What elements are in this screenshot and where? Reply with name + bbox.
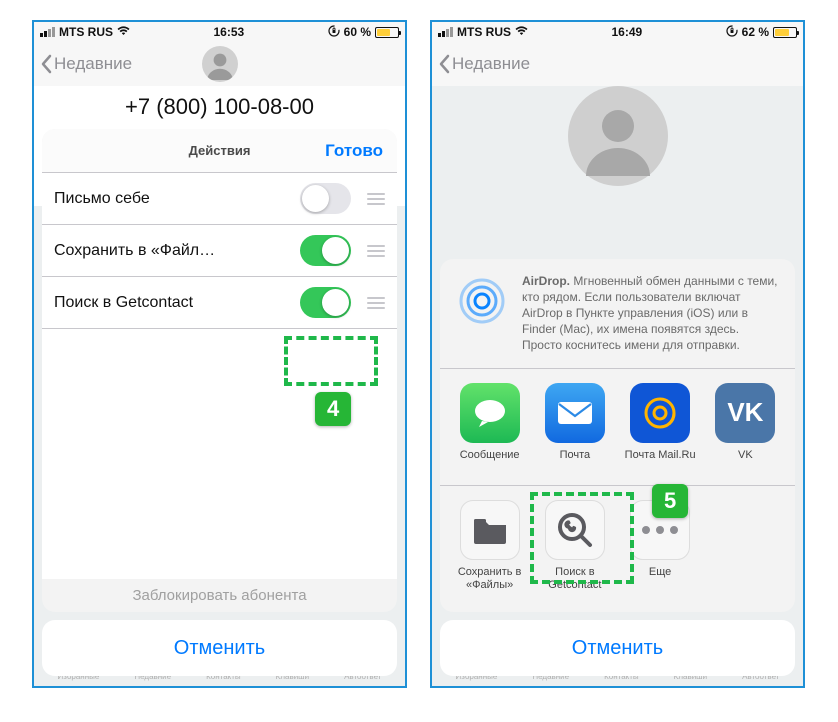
airdrop-section: AirDrop. Мгновенный обмен данными с теми…: [440, 259, 795, 369]
getcontact-search-icon: [555, 510, 595, 550]
vk-icon: VK: [727, 397, 763, 428]
contact-avatar: [568, 86, 668, 186]
airdrop-text: AirDrop. Мгновенный обмен данными с теми…: [522, 273, 781, 354]
reorder-handle-icon[interactable]: [367, 297, 385, 309]
app-label: Сообщение: [460, 449, 520, 475]
mail-icon: [555, 399, 595, 427]
chevron-left-icon: [438, 54, 450, 74]
share-app-mailru[interactable]: Почта Mail.Ru: [619, 383, 702, 475]
wifi-icon: [515, 26, 528, 39]
battery-icon: [375, 27, 399, 38]
more-icon: [642, 526, 678, 534]
share-activities-row: Сохранить в «Файлы» Поиск в Getcontact: [440, 486, 795, 610]
status-time: 16:53: [213, 25, 244, 39]
toggle-switch[interactable]: [300, 235, 351, 266]
carrier-label: MTS RUS: [457, 25, 511, 39]
toggle-switch[interactable]: [300, 287, 351, 318]
battery-percent: 60 %: [344, 25, 371, 39]
done-button[interactable]: Готово: [325, 141, 383, 161]
app-label: Почта: [560, 449, 591, 475]
rotation-lock-icon: [726, 25, 738, 40]
share-app-mail[interactable]: Почта: [533, 383, 616, 475]
cancel-label: Отменить: [174, 637, 265, 660]
status-time: 16:49: [611, 25, 642, 39]
action-row-save-files: Сохранить в «Файл…: [42, 225, 397, 277]
activity-save-to-files[interactable]: Сохранить в «Файлы»: [448, 500, 531, 592]
back-button[interactable]: Недавние: [438, 54, 530, 74]
sheet-title: Действия: [189, 143, 251, 158]
messages-icon: [472, 398, 508, 428]
action-label: Письмо себе: [54, 190, 300, 208]
folder-icon: [472, 516, 508, 544]
annotation-badge-4: 4: [315, 392, 351, 426]
app-label: Почта Mail.Ru: [625, 449, 696, 475]
status-bar: MTS RUS 16:53 60 %: [34, 22, 405, 42]
signal-bars-icon: [40, 27, 55, 37]
signal-bars-icon: [438, 27, 453, 37]
toggle-switch[interactable]: [300, 183, 351, 214]
cancel-button[interactable]: Отменить: [42, 620, 397, 676]
nav-bar: Недавние: [432, 42, 803, 86]
status-bar: MTS RUS 16:49 62 %: [432, 22, 803, 42]
mailru-icon: [640, 393, 680, 433]
annotation-badge-5: 5: [652, 484, 688, 518]
action-row-mail-self: Письмо себе: [42, 173, 397, 225]
battery-percent: 62 %: [742, 25, 769, 39]
back-label: Недавние: [54, 54, 132, 74]
share-apps-row: Сообщение Почта Почта Mail.Ru VK: [440, 369, 795, 486]
phone-screenshot-left: MTS RUS 16:53 60 % Недавние +7 (800) 100…: [32, 20, 407, 688]
action-row-getcontact: Поиск в Getcontact: [42, 277, 397, 329]
action-label: Сохранить в «Файл…: [54, 242, 300, 260]
back-label: Недавние: [452, 54, 530, 74]
reorder-handle-icon[interactable]: [367, 193, 385, 205]
block-caller-hint: Заблокировать абонента: [42, 579, 397, 612]
activity-getcontact[interactable]: Поиск в Getcontact: [533, 500, 616, 592]
phone-number: +7 (800) 100-08-00: [34, 94, 405, 120]
back-button[interactable]: Недавние: [40, 54, 132, 74]
share-app-vk[interactable]: VK VK: [704, 383, 787, 475]
activity-label: Сохранить в «Файлы»: [448, 566, 531, 592]
cancel-button[interactable]: Отменить: [440, 620, 795, 676]
contact-avatar[interactable]: [202, 46, 238, 82]
app-label: VK: [738, 449, 753, 475]
airdrop-icon: [454, 273, 510, 329]
carrier-label: MTS RUS: [59, 25, 113, 39]
share-app-messages[interactable]: Сообщение: [448, 383, 531, 475]
battery-icon: [773, 27, 797, 38]
share-sheet: AirDrop. Мгновенный обмен данными с теми…: [440, 259, 795, 676]
wifi-icon: [117, 26, 130, 39]
contact-background: [432, 86, 803, 186]
nav-bar: Недавние: [34, 42, 405, 86]
activity-label: Еще: [649, 566, 671, 592]
reorder-handle-icon[interactable]: [367, 245, 385, 257]
phone-screenshot-right: MTS RUS 16:49 62 % Недавние ИзбранныеНед…: [430, 20, 805, 688]
cancel-label: Отменить: [572, 637, 663, 660]
chevron-left-icon: [40, 54, 52, 74]
sheet-header: Действия Готово: [42, 129, 397, 173]
rotation-lock-icon: [328, 25, 340, 40]
action-label: Поиск в Getcontact: [54, 294, 300, 312]
activity-label: Поиск в Getcontact: [533, 566, 616, 592]
